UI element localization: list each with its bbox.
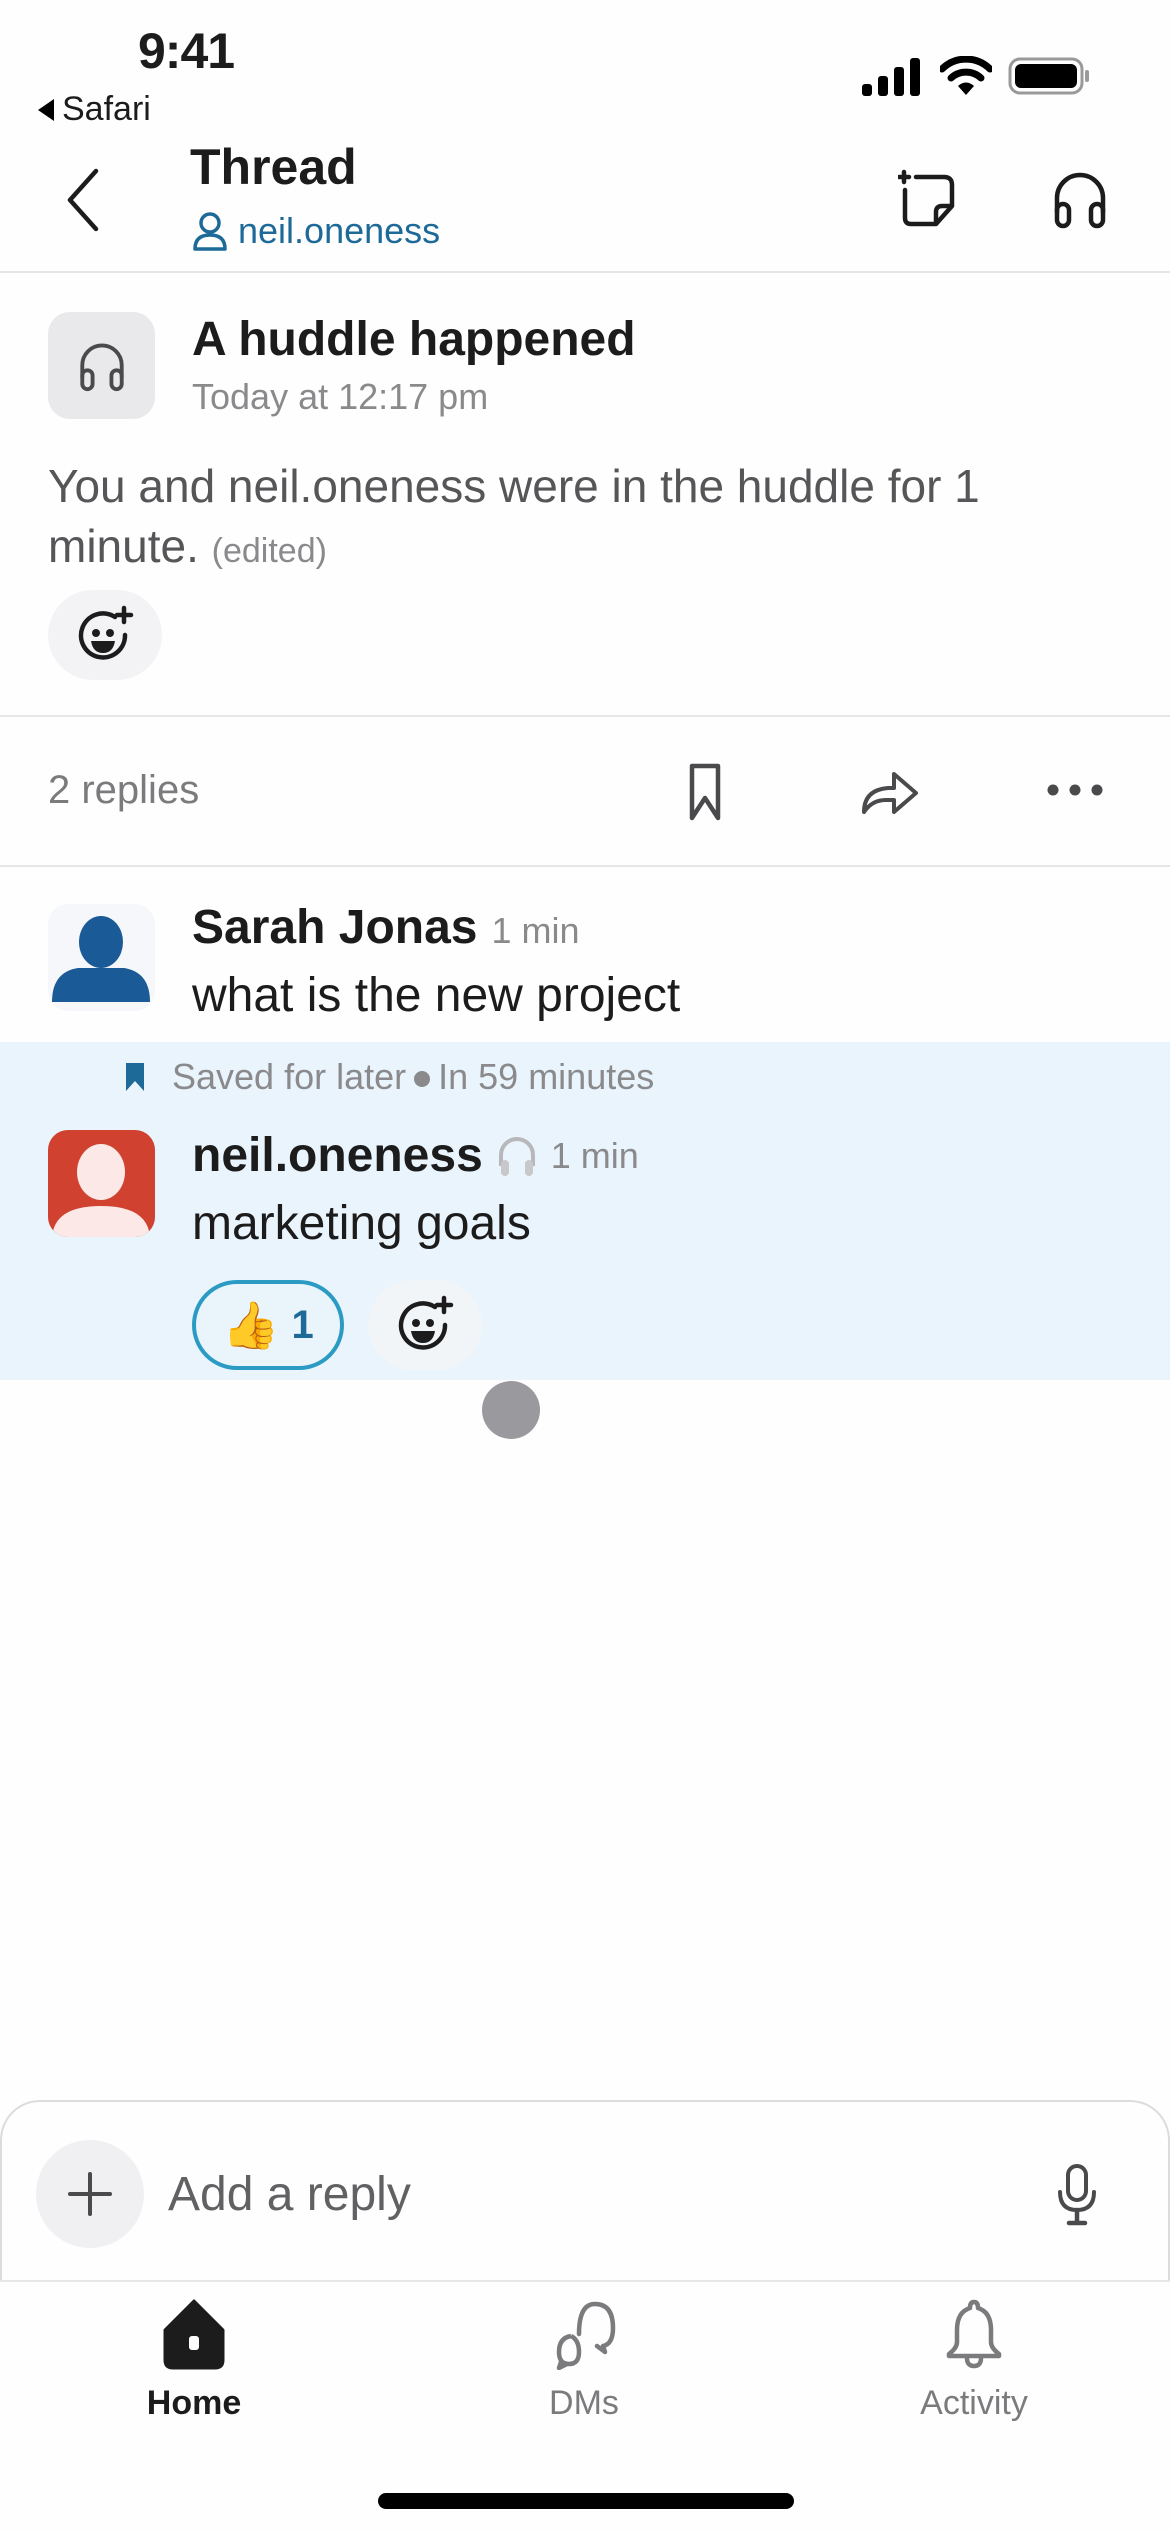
new-canvas-button[interactable] bbox=[896, 168, 958, 230]
huddle-body: You and neil.oneness were in the huddle … bbox=[48, 456, 1128, 581]
back-triangle-icon bbox=[38, 98, 54, 121]
saved-due: In 59 minutes bbox=[438, 1056, 655, 1097]
edited-label: (edited) bbox=[211, 532, 327, 570]
message-author[interactable]: Sarah Jonas bbox=[192, 901, 477, 954]
huddle-timestamp: Today at 12:17 pm bbox=[192, 376, 489, 417]
battery-icon bbox=[1008, 57, 1089, 95]
message-author[interactable]: neil.oneness bbox=[192, 1128, 483, 1183]
message-header: neil.oneness 1 min bbox=[192, 1128, 639, 1183]
thumbs-up-emoji: 👍 bbox=[222, 1298, 280, 1351]
voice-record-button[interactable] bbox=[1052, 2162, 1102, 2228]
add-reaction-button[interactable] bbox=[48, 590, 162, 680]
tabbar-divider bbox=[0, 2280, 1170, 2282]
tab-dms[interactable]: DMs bbox=[434, 2298, 734, 2438]
cellular-signal-icon bbox=[862, 58, 920, 96]
reaction-count: 1 bbox=[291, 1302, 314, 1347]
home-indicator bbox=[378, 2493, 794, 2509]
headphones-icon bbox=[79, 343, 124, 391]
touch-indicator bbox=[482, 1381, 540, 1439]
tab-label: Home bbox=[146, 2384, 242, 2422]
separator-dot bbox=[414, 1071, 431, 1088]
message-time: 1 min bbox=[491, 910, 580, 951]
bookmark-filled-icon bbox=[126, 1063, 144, 1091]
message-text: what is the new project bbox=[192, 969, 681, 1022]
saved-for-later-row: Saved for later In 59 minutes bbox=[124, 1056, 654, 1098]
huddle-button[interactable] bbox=[1052, 168, 1108, 230]
person-icon bbox=[193, 212, 227, 251]
message-time: 1 min bbox=[550, 1134, 639, 1176]
canvas-add-icon bbox=[896, 169, 955, 227]
add-reaction-icon bbox=[78, 605, 134, 660]
reply-input[interactable] bbox=[168, 2160, 988, 2228]
tab-activity[interactable]: Activity bbox=[824, 2298, 1124, 2438]
back-app-label: Safari bbox=[62, 90, 151, 128]
add-reaction-button[interactable] bbox=[368, 1280, 482, 1370]
share-arrow-icon bbox=[862, 772, 918, 814]
header-divider bbox=[0, 271, 1170, 273]
wifi-icon bbox=[940, 56, 992, 95]
attach-button[interactable] bbox=[36, 2140, 144, 2248]
add-reaction-icon bbox=[398, 1295, 454, 1350]
bookmark-icon bbox=[689, 763, 721, 821]
tab-label: Activity bbox=[920, 2384, 1028, 2422]
more-actions-button[interactable] bbox=[1045, 775, 1105, 805]
status-time: 9:41 bbox=[138, 23, 235, 79]
headphones-icon bbox=[1054, 172, 1106, 229]
chevron-left-icon bbox=[67, 168, 99, 232]
back-to-safari-link[interactable]: Safari bbox=[38, 90, 151, 129]
avatar-sarah-jonas[interactable] bbox=[48, 904, 155, 1011]
home-icon bbox=[163, 2299, 225, 2370]
back-button[interactable] bbox=[60, 165, 110, 235]
huddle-divider bbox=[0, 715, 1170, 717]
thread-user-name: neil.oneness bbox=[238, 210, 441, 251]
replies-divider bbox=[0, 865, 1170, 867]
message-text: marketing goals bbox=[192, 1197, 531, 1250]
thread-user-link[interactable]: neil.oneness bbox=[192, 210, 440, 252]
tab-label: DMs bbox=[549, 2384, 619, 2422]
microphone-icon bbox=[1058, 2164, 1096, 2226]
reaction-thumbs-up[interactable]: 👍 1 bbox=[192, 1280, 344, 1370]
saved-status: Saved for later In 59 minutes bbox=[172, 1056, 654, 1098]
avatar-neil-oneness[interactable] bbox=[48, 1130, 155, 1237]
headphones-status-icon bbox=[498, 1136, 535, 1176]
plus-icon bbox=[68, 2172, 112, 2216]
huddle-body-text: You and neil.oneness were in the huddle … bbox=[48, 460, 980, 572]
bell-icon bbox=[946, 2299, 1002, 2369]
person-avatar-icon bbox=[52, 916, 150, 1002]
more-horizontal-icon bbox=[1047, 784, 1103, 796]
huddle-icon-box bbox=[48, 312, 155, 419]
page-title: Thread bbox=[190, 139, 357, 195]
status-icons bbox=[862, 56, 1092, 96]
huddle-title: A huddle happened bbox=[192, 313, 636, 366]
message-header: Sarah Jonas 1 min bbox=[192, 900, 580, 955]
dms-icon bbox=[556, 2301, 616, 2370]
person-avatar-icon bbox=[52, 1144, 150, 1237]
tab-home[interactable]: Home bbox=[44, 2298, 344, 2438]
saved-label: Saved for later bbox=[172, 1056, 407, 1097]
replies-count: 2 replies bbox=[48, 768, 200, 812]
share-button[interactable] bbox=[860, 768, 920, 818]
save-for-later-button[interactable] bbox=[680, 762, 730, 822]
